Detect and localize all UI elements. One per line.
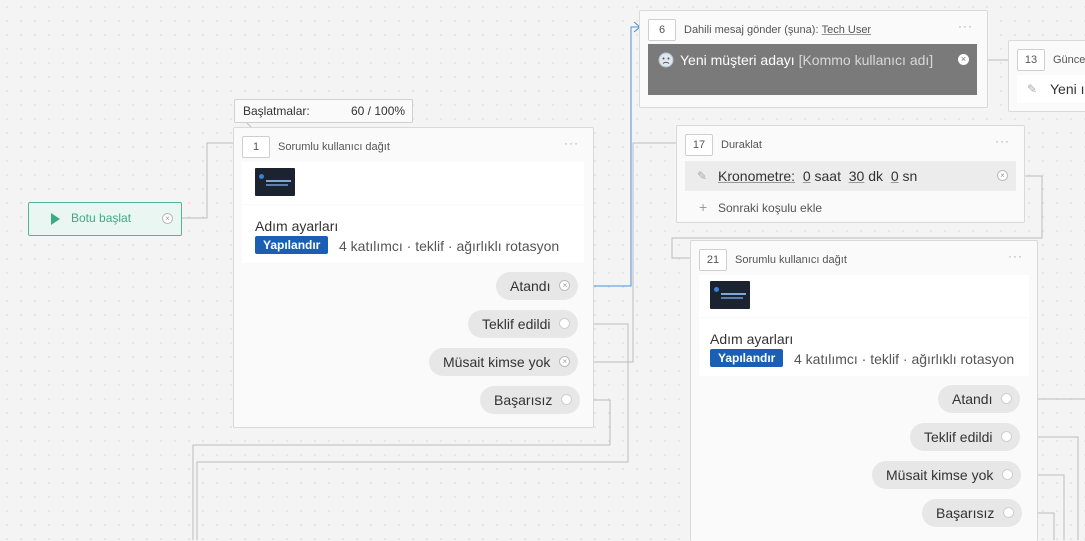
- step-1-output-nobody[interactable]: Müsait kimse yok ×: [429, 348, 579, 376]
- step-1-output-failed-label: Başarısız: [494, 392, 553, 408]
- step-21-output-nobody[interactable]: Müsait kimse yok: [872, 461, 1022, 489]
- step-21-thumbnail-image: [710, 281, 750, 309]
- step-6-message-field[interactable]: Yeni müşteri adayı [Kommo kullanıcı adı]…: [648, 44, 977, 95]
- pencil-icon: ✎: [697, 169, 708, 183]
- add-condition-link[interactable]: Sonraki koşulu ekle: [718, 201, 822, 215]
- step-17-title: Duraklat: [721, 139, 762, 151]
- step-1-title: Sorumlu kullanıcı dağıt: [278, 141, 390, 153]
- timer-minutes-unit: dk: [868, 168, 884, 184]
- output-port-icon[interactable]: [1001, 431, 1013, 442]
- step-17-pause[interactable]: 17 Duraklat ··· ✎ Kronometre: 0 saat 30 …: [676, 125, 1025, 223]
- timer-seconds[interactable]: 0: [891, 168, 899, 184]
- output-port-icon[interactable]: [559, 318, 571, 329]
- step-21-configure-button[interactable]: Yapılandır: [710, 349, 784, 367]
- step-1-header: 1 Sorumlu kullanıcı dağıt: [242, 136, 390, 158]
- timer-hours-unit: saat: [814, 168, 841, 184]
- step-21-output-assigned-label: Atandı: [952, 391, 993, 407]
- clear-message-icon[interactable]: ×: [958, 54, 969, 65]
- step-6-message-variable: [Kommo kullanıcı adı]: [798, 52, 934, 68]
- step-6-title-prefix: Dahili mesaj gönder (şuna):: [684, 24, 819, 36]
- step-1-output-assigned[interactable]: Atandı ×: [496, 272, 579, 300]
- step-21-output-failed-label: Başarısız: [936, 505, 995, 521]
- step-13-update[interactable]: 13 Günce ✎ Yeni ı: [1008, 40, 1085, 112]
- step-17-header: 17 Duraklat: [685, 134, 762, 156]
- output-port-icon[interactable]: [561, 394, 573, 405]
- step-17-timer-row[interactable]: ✎ Kronometre: 0 saat 30 dk 0 sn ×: [685, 161, 1016, 191]
- step-21-header: 21 Sorumlu kullanıcı dağıt: [699, 249, 847, 271]
- step-1-description: 4 katılımcı · teklif · ağırlıklı rotasyo…: [339, 238, 560, 254]
- step-1-output-offered-label: Teklif edildi: [482, 316, 551, 332]
- step-13-title: Günce: [1053, 54, 1085, 66]
- step-13-number: 13: [1017, 49, 1045, 71]
- plus-icon[interactable]: +: [699, 199, 707, 215]
- start-bot-node[interactable]: Botu başlat ×: [28, 202, 182, 236]
- step-1-output-nobody-label: Müsait kimse yok: [443, 354, 551, 370]
- step-1-settings-title: Adım ayarları: [255, 218, 339, 234]
- step-21-output-failed[interactable]: Başarısız: [922, 499, 1023, 527]
- timer-minutes[interactable]: 30: [849, 168, 865, 184]
- step-21-output-offered[interactable]: Teklif edildi: [910, 423, 1021, 451]
- timer-label[interactable]: Kronometre:: [718, 168, 795, 184]
- step-13-field-card: ✎ Yeni ı: [1017, 75, 1085, 103]
- output-port-icon[interactable]: [1003, 507, 1015, 518]
- step-21-settings-card: Adım ayarları Yapılandır 4 katılımcı · t…: [699, 318, 1029, 376]
- play-icon: [51, 213, 60, 225]
- step-1-output-offered[interactable]: Teklif edildi: [468, 310, 579, 338]
- step-6-message-text: Yeni müşteri adayı [Kommo kullanıcı adı]: [680, 52, 933, 68]
- start-bot-label: Botu başlat: [71, 211, 132, 225]
- timer-seconds-unit: sn: [902, 168, 918, 184]
- step-1-thumbnail-image: [255, 168, 295, 196]
- step-21-description: 4 katılımcı · teklif · ağırlıklı rotasyo…: [794, 351, 1015, 367]
- step-21-settings-title: Adım ayarları: [710, 331, 794, 347]
- step-1-configure-button[interactable]: Yapılandır: [255, 236, 329, 254]
- step-1-output-failed[interactable]: Başarısız: [480, 386, 581, 414]
- timer-output-port-icon[interactable]: ×: [997, 170, 1008, 181]
- start-output-port-icon[interactable]: ×: [162, 213, 173, 224]
- step-1-more-icon[interactable]: ···: [564, 136, 579, 150]
- launch-stats-label: Başlatmalar:: [243, 104, 310, 118]
- step-21-output-nobody-label: Müsait kimse yok: [886, 467, 994, 483]
- launch-stats-value: 60 / 100%: [351, 104, 406, 118]
- step-1-settings-card: Adım ayarları Yapılandır 4 katılımcı · t…: [242, 205, 584, 263]
- step-21-output-assigned[interactable]: Atandı: [938, 385, 1021, 413]
- step-6-title-user[interactable]: Tech User: [822, 24, 872, 36]
- step-17-timer: Kronometre: 0 saat 30 dk 0 sn: [718, 168, 917, 184]
- step-17-more-icon[interactable]: ···: [995, 134, 1010, 148]
- launch-stats: Başlatmalar: 60 / 100%: [234, 99, 413, 123]
- pencil-icon: ✎: [1027, 82, 1038, 96]
- step-1-number: 1: [242, 136, 270, 158]
- output-port-icon[interactable]: [1002, 469, 1014, 480]
- step-6-message-main: Yeni müşteri adayı: [680, 52, 795, 68]
- step-17-number: 17: [685, 134, 713, 156]
- timer-hours[interactable]: 0: [803, 168, 811, 184]
- step-6-number: 6: [648, 19, 676, 41]
- step-21-output-offered-label: Teklif edildi: [924, 429, 993, 445]
- step-21-number: 21: [699, 249, 727, 271]
- step-1-output-assigned-label: Atandı: [510, 278, 551, 294]
- step-13-field-text: Yeni ı: [1050, 81, 1085, 97]
- step-1-thumbnail-card: [242, 162, 584, 204]
- step-21-more-icon[interactable]: ···: [1008, 249, 1023, 263]
- output-port-icon[interactable]: [1001, 393, 1013, 404]
- sad-face-icon: [658, 52, 674, 68]
- step-13-header: 13 Günce: [1017, 49, 1085, 71]
- output-port-connected-icon[interactable]: ×: [559, 280, 571, 291]
- step-21-thumbnail-card: [699, 275, 1029, 317]
- step-6-header: 6 Dahili mesaj gönder (şuna): Tech User: [648, 19, 871, 41]
- output-port-connected-icon[interactable]: ×: [559, 356, 571, 367]
- step-21-title: Sorumlu kullanıcı dağıt: [735, 254, 847, 266]
- step-6-more-icon[interactable]: ···: [958, 19, 973, 33]
